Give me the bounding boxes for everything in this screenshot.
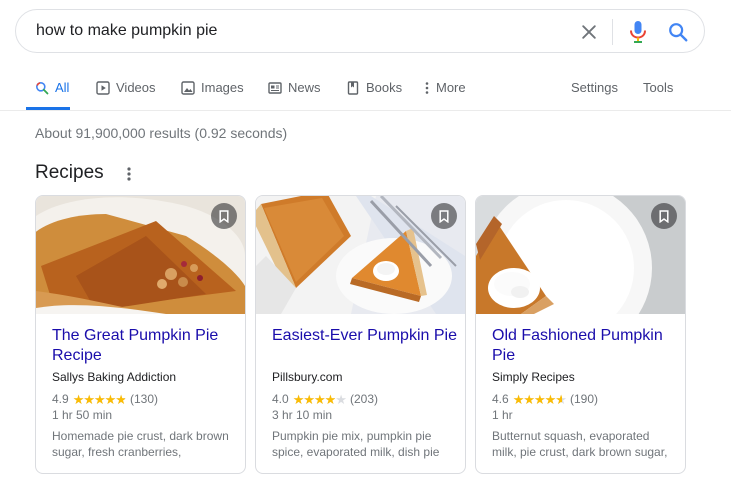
- tab-news[interactable]: News: [268, 70, 321, 110]
- bookmark-icon: [659, 209, 669, 223]
- recipe-rating: 4.0 ★★★★★★★★★★ (203): [272, 392, 378, 406]
- tab-videos[interactable]: Videos: [96, 70, 156, 110]
- star-rating-icon: ★★★★★★★★★★: [72, 391, 127, 407]
- recipe-rating: 4.6 ★★★★★ ★★★★★ (190): [492, 392, 598, 406]
- rating-value: 4.6: [492, 392, 509, 406]
- search-input[interactable]: how to make pumpkin pie: [36, 22, 217, 40]
- bookmark-icon: [219, 209, 229, 223]
- save-recipe-button[interactable]: [651, 203, 677, 229]
- bookmark-icon: [439, 209, 449, 223]
- tab-label: Settings: [571, 80, 618, 95]
- search-tabs: All Videos Images News Books More Settin…: [0, 70, 731, 110]
- search-icon: [36, 82, 49, 95]
- tab-tools[interactable]: Tools: [643, 70, 673, 110]
- recipe-source: Pillsbury.com: [272, 370, 343, 384]
- recipe-source: Simply Recipes: [492, 370, 575, 384]
- recipe-time: 1 hr 50 min: [52, 408, 113, 422]
- result-stats: About 91,900,000 results (0.92 seconds): [35, 125, 288, 141]
- recipe-card[interactable]: Old Fashioned Pumpkin Pie Simply Recipes…: [475, 195, 686, 474]
- recipe-title[interactable]: Easiest-Ever Pumpkin Pie: [272, 326, 457, 346]
- tab-settings[interactable]: Settings: [571, 70, 618, 110]
- search-bar[interactable]: how to make pumpkin pie: [15, 9, 705, 53]
- tab-label: Tools: [643, 80, 674, 95]
- recipe-title[interactable]: Old Fashioned Pumpkin Pie: [492, 326, 677, 366]
- recipe-ingredients: Homemade pie crust, dark brown sugar, fr…: [52, 429, 229, 459]
- star-rating-icon: ★★★★★★★★★★: [512, 391, 567, 407]
- video-icon: [96, 81, 110, 95]
- tab-all[interactable]: All: [35, 70, 69, 110]
- recipe-rating: 4.9 ★★★★★ ★★★★★ (130): [52, 392, 158, 406]
- save-recipe-button[interactable]: [211, 203, 237, 229]
- recipe-ingredients: Butternut squash, evaporated milk, pie c…: [492, 429, 668, 459]
- more-vert-icon[interactable]: [123, 166, 135, 182]
- book-icon: [347, 81, 359, 95]
- tab-label: News: [288, 80, 321, 95]
- recipes-heading: Recipes: [35, 162, 104, 183]
- save-recipe-button[interactable]: [431, 203, 457, 229]
- recipe-card[interactable]: The Great Pumpkin Pie Recipe Sallys Baki…: [35, 195, 246, 474]
- tabs-divider: [0, 110, 731, 111]
- image-icon: [181, 81, 195, 95]
- review-count: (190): [569, 392, 598, 406]
- rating-value: 4.9: [52, 392, 69, 406]
- tab-label: Images: [201, 80, 244, 95]
- recipe-card[interactable]: Easiest-Ever Pumpkin Pie Pillsbury.com 4…: [255, 195, 466, 474]
- recipe-source: Sallys Baking Addiction: [52, 370, 177, 384]
- search-bar-divider: [612, 19, 613, 45]
- recipe-ingredients: Pumpkin pie mix, pumpkin pie spice, evap…: [272, 429, 440, 459]
- tab-books[interactable]: Books: [346, 70, 402, 110]
- news-icon: [268, 82, 282, 94]
- tab-label: Books: [366, 80, 403, 95]
- recipe-time: 1 hr: [492, 408, 513, 422]
- recipe-time: 3 hr 10 min: [272, 408, 333, 422]
- tab-more[interactable]: More: [424, 70, 466, 110]
- review-count: (130): [129, 392, 158, 406]
- rating-value: 4.0: [272, 392, 289, 406]
- search-icon[interactable]: [667, 21, 689, 43]
- recipe-title[interactable]: The Great Pumpkin Pie Recipe: [52, 326, 237, 366]
- microphone-icon[interactable]: [628, 20, 648, 44]
- tab-label: All: [55, 80, 70, 95]
- tab-label: Videos: [116, 80, 156, 95]
- more-vert-icon: [425, 82, 429, 94]
- tab-label: More: [436, 80, 466, 95]
- close-icon[interactable]: [579, 22, 599, 42]
- star-rating-icon: ★★★★★★★★★★: [292, 391, 347, 407]
- tab-images[interactable]: Images: [181, 70, 244, 110]
- review-count: (203): [349, 392, 378, 406]
